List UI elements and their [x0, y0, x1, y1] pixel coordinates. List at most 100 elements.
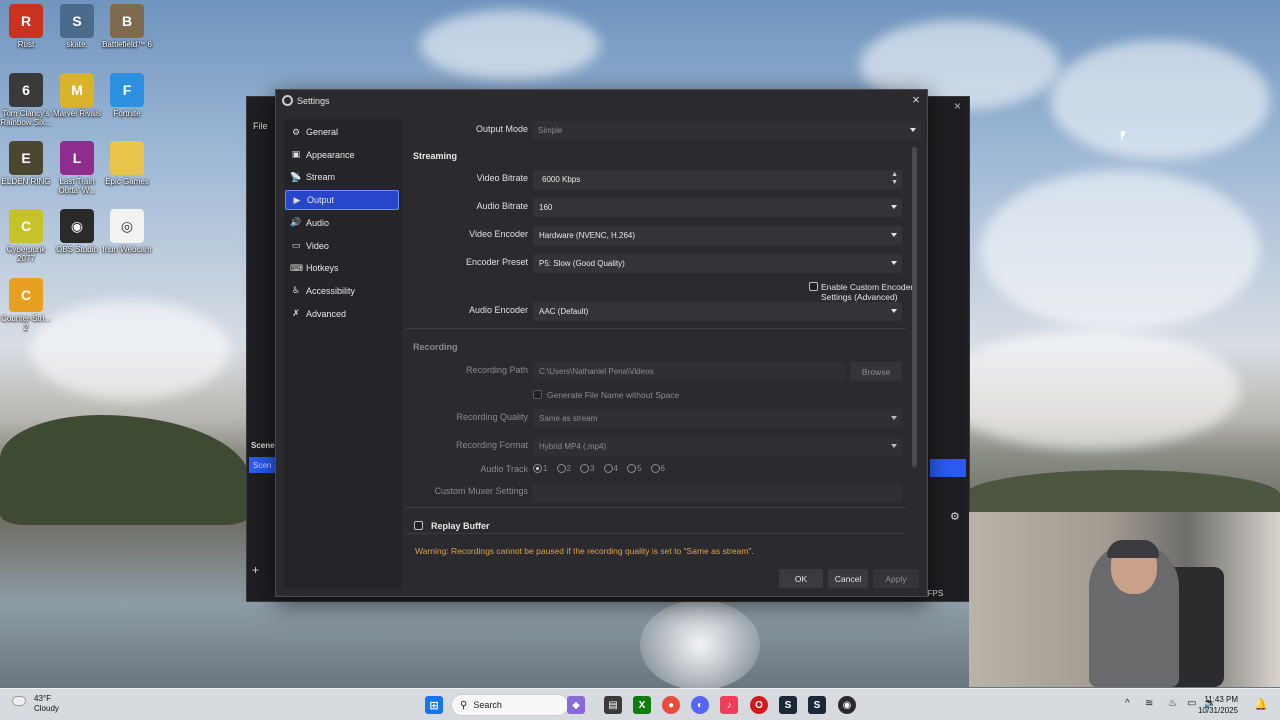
custom-encoder-checkbox[interactable]: [809, 282, 818, 291]
desktop-icon-label: Epic Games: [105, 177, 149, 186]
desktop-icon[interactable]: B Battlefield™ 6: [101, 4, 153, 49]
desktop-icon[interactable]: E ELDEN RING: [0, 141, 52, 186]
chevron-down-icon: [891, 309, 897, 313]
nav-item-output[interactable]: ▶ Output: [285, 190, 399, 211]
nav-item-general[interactable]: ⚙ General: [285, 122, 399, 142]
settings-gear-icon[interactable]: ⚙: [950, 510, 960, 523]
app-icon: ◉: [60, 209, 94, 243]
app-icon: F: [110, 73, 144, 107]
recording-path-input[interactable]: C:\Users\Nathaniel Pena\Videos: [533, 362, 845, 381]
gear-icon: ⚙: [291, 126, 301, 137]
replay-buffer-checkbox[interactable]: [414, 521, 423, 530]
desktop-icon-label: Tom Clancy's Rainbow Six...: [0, 109, 52, 127]
weather-widget[interactable]: 43°F Cloudy: [12, 694, 59, 714]
close-icon[interactable]: ×: [909, 93, 923, 107]
cancel-button[interactable]: Cancel: [828, 569, 868, 588]
nav-item-stream[interactable]: 📡 Stream: [285, 167, 399, 187]
desktop-icon[interactable]: 6 Tom Clancy's Rainbow Six...: [0, 73, 52, 127]
apply-button[interactable]: Apply: [873, 569, 919, 588]
opera-icon[interactable]: O: [750, 696, 768, 714]
output-mode-select[interactable]: Simple: [532, 121, 921, 140]
custom-muxer-label: Custom Muxer Settings: [434, 486, 528, 496]
desktop-icon[interactable]: C Counter-Stri... 2: [0, 278, 52, 332]
menu-file[interactable]: File: [253, 121, 268, 131]
chevron-down-icon: [891, 444, 897, 448]
desktop-icon[interactable]: ◎ Iriun Webcam: [101, 209, 153, 254]
wifi-icon[interactable]: ≋: [1145, 698, 1153, 709]
spinner-arrows-icon[interactable]: ▲ ▼: [891, 171, 898, 187]
custom-encoder-label: Enable Custom Encoder Settings (Advanced…: [821, 282, 914, 302]
desktop-icon[interactable]: M Marvel Rivals: [51, 73, 103, 118]
appearance-icon: ▣: [291, 149, 301, 160]
notification-bell-icon[interactable]: 🔔: [1254, 698, 1268, 711]
nav-item-appearance[interactable]: ▣ Appearance: [285, 145, 399, 165]
monitor-icon[interactable]: ▭: [1187, 698, 1196, 709]
scene-item-label: Scen: [253, 461, 272, 470]
nav-item-accessibility[interactable]: ♿ Accessibility: [285, 281, 399, 301]
obs-taskbar-icon[interactable]: ◉: [838, 696, 856, 714]
file-explorer-icon[interactable]: ▤: [604, 696, 622, 714]
desktop-icon[interactable]: C Cyberpunk 2077: [0, 209, 52, 263]
audio-track-option[interactable]: 5: [627, 464, 641, 473]
chrome-icon[interactable]: ●: [662, 696, 680, 714]
recording-path-value: C:\Users\Nathaniel Pena\Videos: [539, 367, 654, 376]
video-bitrate-label: Video Bitrate: [476, 173, 528, 183]
chevron-down-icon: [891, 261, 897, 265]
microphone-icon[interactable]: ♨: [1168, 698, 1177, 709]
desktop-icon[interactable]: L Last Train Outta' W...: [51, 141, 103, 195]
nav-item-label: Audio: [306, 217, 330, 228]
audio-track-number: 5: [637, 464, 642, 473]
app-icon: C: [9, 278, 43, 312]
settings-scrollbar[interactable]: [912, 147, 917, 470]
audio-track-option[interactable]: 3: [580, 464, 594, 473]
video-bitrate-spinbox[interactable]: 6000 Kbps ▲ ▼: [533, 170, 902, 189]
music-icon[interactable]: ♪: [720, 696, 738, 714]
audio-encoder-label: Audio Encoder: [468, 305, 528, 315]
browse-button[interactable]: Browse: [850, 362, 902, 381]
source-item-selected[interactable]: [930, 459, 966, 477]
video-bitrate-value: 6000 Kbps: [542, 175, 581, 184]
audio-track-option[interactable]: 1: [533, 464, 547, 473]
windows-start-icon[interactable]: ⊞: [425, 696, 443, 714]
audio-encoder-select[interactable]: AAC (Default): [533, 302, 902, 321]
audio-track-option[interactable]: 2: [556, 464, 571, 473]
ok-button[interactable]: OK: [779, 569, 823, 588]
recording-path-label: Recording Path: [465, 365, 528, 375]
close-icon[interactable]: ×: [954, 99, 961, 113]
nav-item-audio[interactable]: 🔊 Audio: [285, 213, 399, 233]
nav-item-video[interactable]: ▭ Video: [285, 236, 399, 256]
desktop-icon[interactable]: Sskate.: [51, 4, 103, 49]
steam-icon[interactable]: S: [779, 696, 797, 714]
steam-alt-icon[interactable]: S: [808, 696, 826, 714]
custom-muxer-input[interactable]: [532, 483, 902, 502]
chevron-up-icon[interactable]: ^: [1125, 698, 1130, 709]
discord-icon[interactable]: ◐: [691, 696, 709, 714]
chevron-down-icon: [891, 205, 897, 209]
desktop-icon[interactable]: ◉ OBS Studio: [51, 209, 103, 254]
xbox-icon[interactable]: X: [633, 696, 651, 714]
desktop-icon[interactable]: Epic Games: [101, 141, 153, 186]
recording-format-select[interactable]: Hybrid MP4 (.mp4): [533, 437, 902, 456]
radio-button: [627, 464, 636, 473]
taskbar-search[interactable]: ⚲ Search: [451, 694, 569, 716]
accessibility-icon: ♿: [291, 285, 301, 296]
cloud-icon: [12, 696, 26, 706]
audio-bitrate-select[interactable]: 160: [533, 198, 902, 217]
desktop-icon[interactable]: F Fortnite: [101, 73, 153, 118]
recording-quality-select[interactable]: Same as stream: [533, 409, 902, 428]
audio-track-label: Audio Track: [480, 464, 528, 474]
nav-item-hotkeys[interactable]: ⌨ Hotkeys: [285, 258, 399, 278]
nav-item-advanced[interactable]: ✗ Advanced: [285, 304, 399, 324]
video-encoder-select[interactable]: Hardware (NVENC, H.264): [533, 226, 902, 245]
scrollbar-thumb[interactable]: [912, 147, 917, 467]
desktop-icon[interactable]: R Rust: [0, 4, 52, 49]
no-space-checkbox[interactable]: [533, 390, 542, 399]
system-clock[interactable]: 11:43 PM 10/31/2025: [1198, 694, 1238, 716]
add-scene-icon[interactable]: +: [252, 563, 259, 577]
tree-line: [0, 415, 250, 525]
audio-track-option[interactable]: 6: [650, 464, 665, 473]
encoder-preset-select[interactable]: P5: Slow (Good Quality): [533, 254, 902, 273]
widgets-icon[interactable]: ◆: [567, 696, 585, 714]
settings-dialog: Settings × ⚙ General ▣ Appearance 📡 Stream ▶ Ou…: [275, 89, 928, 597]
audio-track-option[interactable]: 4: [603, 464, 618, 473]
